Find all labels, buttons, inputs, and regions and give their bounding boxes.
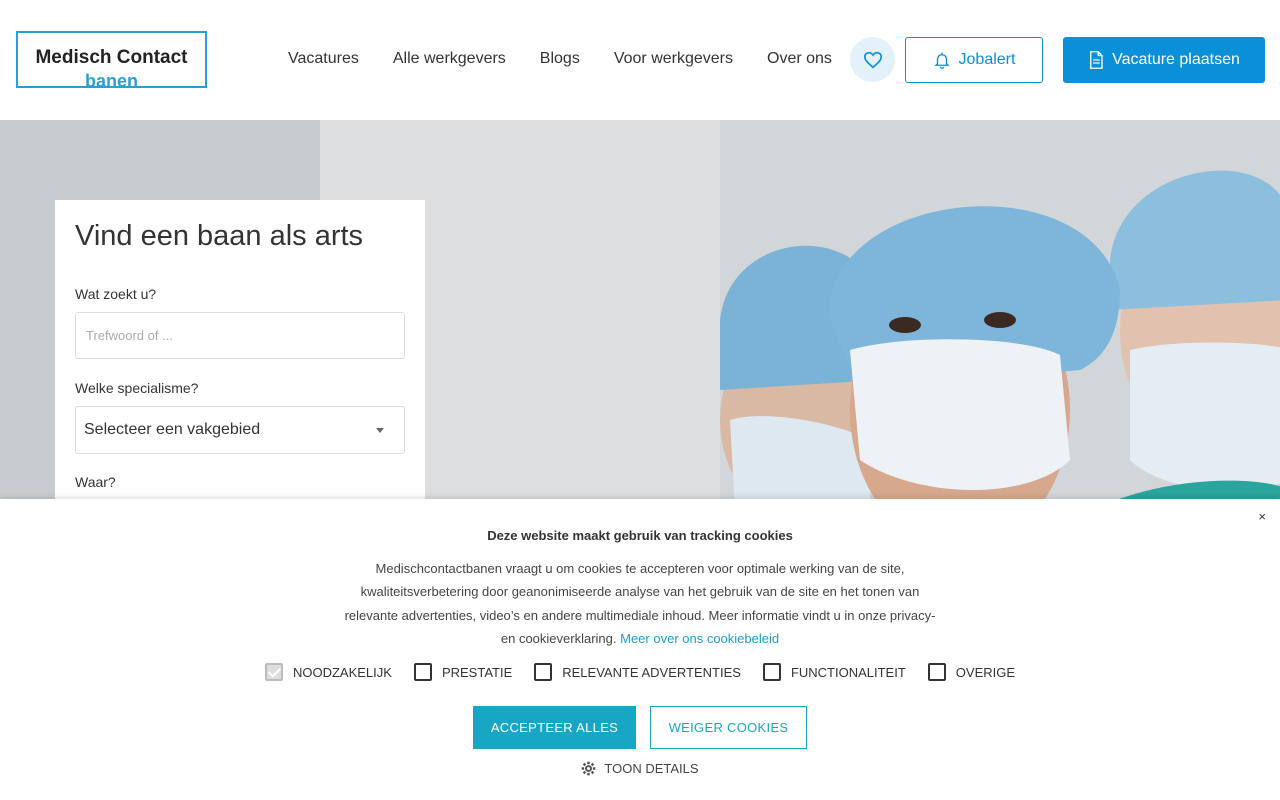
bell-icon — [933, 52, 950, 69]
consent-necessary[interactable]: NOODZAKELIJK — [264, 663, 392, 681]
gear-icon — [582, 761, 596, 776]
favorites-button[interactable] — [850, 37, 895, 82]
checkbox-other[interactable] — [927, 663, 946, 681]
specialism-label: Welke specialisme? — [75, 380, 199, 396]
keyword-input[interactable] — [75, 312, 405, 359]
heart-icon — [863, 51, 882, 68]
consent-other[interactable]: OVERIGE — [927, 663, 1016, 681]
consent-label: FUNCTIONALITEIT — [790, 664, 906, 680]
location-label: Waar? — [75, 474, 116, 490]
consent-label: NOODZAKELIJK — [292, 664, 392, 680]
logo-line2: banen — [84, 71, 138, 91]
deny-cookies-button[interactable]: WEIGER COOKIES — [650, 706, 807, 749]
checkbox-advertising[interactable] — [534, 663, 553, 681]
jobalert-button[interactable]: Jobalert — [905, 37, 1043, 83]
logo-line1: Medisch Contact — [35, 47, 188, 68]
job-search-card: Vind een baan als arts Wat zoekt u? Welk… — [55, 200, 425, 510]
checkbox-functionality[interactable] — [762, 663, 781, 681]
cookie-banner: × Deze website maakt gebruik van trackin… — [0, 499, 1280, 800]
specialism-value: Selecteer een vakgebied — [84, 421, 261, 438]
jobalert-label: Jobalert — [958, 51, 1016, 68]
consent-label: RELEVANTE ADVERTENTIES — [562, 664, 741, 680]
document-icon — [1090, 51, 1103, 69]
consent-label: PRESTATIE — [441, 664, 513, 680]
checkbox-necessary[interactable] — [264, 663, 283, 681]
main-nav: Vacatures Alle werkgevers Blogs Voor wer… — [288, 50, 832, 68]
keyword-label: Wat zoekt u? — [75, 286, 157, 302]
cookie-title: Deze website maakt gebruik van tracking … — [487, 528, 793, 543]
show-details-label: TOON DETAILS — [604, 761, 699, 776]
consent-label: OVERIGE — [955, 664, 1016, 680]
nav-over-ons[interactable]: Over ons — [767, 50, 832, 68]
nav-alle-werkgevers[interactable]: Alle werkgevers — [393, 50, 506, 68]
post-vacancy-label: Vacature plaatsen — [1112, 51, 1240, 68]
chevron-down-icon — [376, 427, 384, 433]
consent-options: NOODZAKELIJK PRESTATIE RELEVANTE ADVERTE… — [0, 663, 1280, 681]
site-logo[interactable]: Medisch Contact banen — [16, 31, 207, 91]
accept-all-button[interactable]: ACCEPTEER ALLES — [473, 706, 636, 749]
specialism-select[interactable]: Selecteer een vakgebied — [75, 406, 405, 454]
cookie-policy-link[interactable]: Meer over ons cookiebeleid — [620, 631, 779, 646]
close-icon[interactable]: × — [1258, 509, 1266, 524]
cookie-text: Medischcontactbanen vraagt u om cookies … — [340, 557, 940, 650]
show-details-button[interactable]: TOON DETAILS — [0, 761, 1280, 776]
nav-voor-werkgevers[interactable]: Voor werkgevers — [614, 50, 733, 68]
post-vacancy-button[interactable]: Vacature plaatsen — [1063, 37, 1265, 83]
nav-blogs[interactable]: Blogs — [540, 50, 580, 68]
consent-performance[interactable]: PRESTATIE — [413, 663, 513, 681]
cookie-actions: ACCEPTEER ALLES WEIGER COOKIES — [0, 706, 1280, 749]
consent-functionality[interactable]: FUNCTIONALITEIT — [762, 663, 906, 681]
search-title: Vind een baan als arts — [75, 220, 364, 252]
site-header: Medisch Contact banen Vacatures Alle wer… — [0, 0, 1280, 120]
checkbox-performance[interactable] — [413, 663, 432, 681]
nav-vacatures[interactable]: Vacatures — [288, 50, 359, 68]
consent-advertising[interactable]: RELEVANTE ADVERTENTIES — [534, 663, 741, 681]
